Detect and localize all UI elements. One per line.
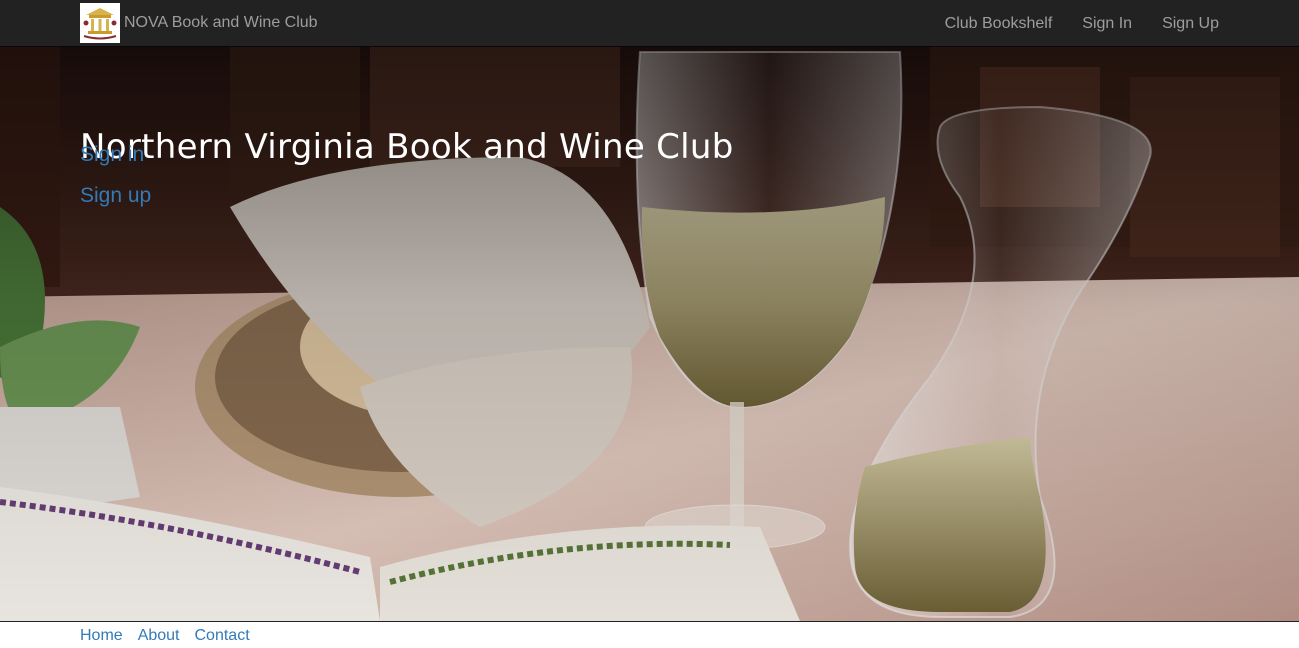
hero-section: Northern Virginia Book and Wine Club Sig… [0,47,1299,621]
brand-text: NOVA Book and Wine Club [124,14,318,31]
footer-contact-link[interactable]: Contact [195,627,250,645]
top-navbar: NOVA Book and Wine Club Club Bookshelf S… [0,0,1299,47]
footer: Home About Contact [0,621,1299,648]
footer-home-link[interactable]: Home [80,627,123,645]
brand-link[interactable]: NOVA Book and Wine Club [80,2,318,44]
footer-links: Home About Contact [80,627,265,645]
club-crest-logo-icon [80,3,120,43]
hero-sign-in-link[interactable]: Sign in [80,143,144,167]
nav-sign-up-link[interactable]: Sign Up [1162,15,1219,33]
hero-sign-up-link[interactable]: Sign up [80,184,151,208]
footer-about-link[interactable]: About [138,627,180,645]
navbar-links: Club Bookshelf Sign In Sign Up [915,0,1219,47]
nav-sign-in-link[interactable]: Sign In [1082,15,1132,33]
nav-club-bookshelf-link[interactable]: Club Bookshelf [945,15,1053,33]
hero-title: Northern Virginia Book and Wine Club [80,127,734,167]
